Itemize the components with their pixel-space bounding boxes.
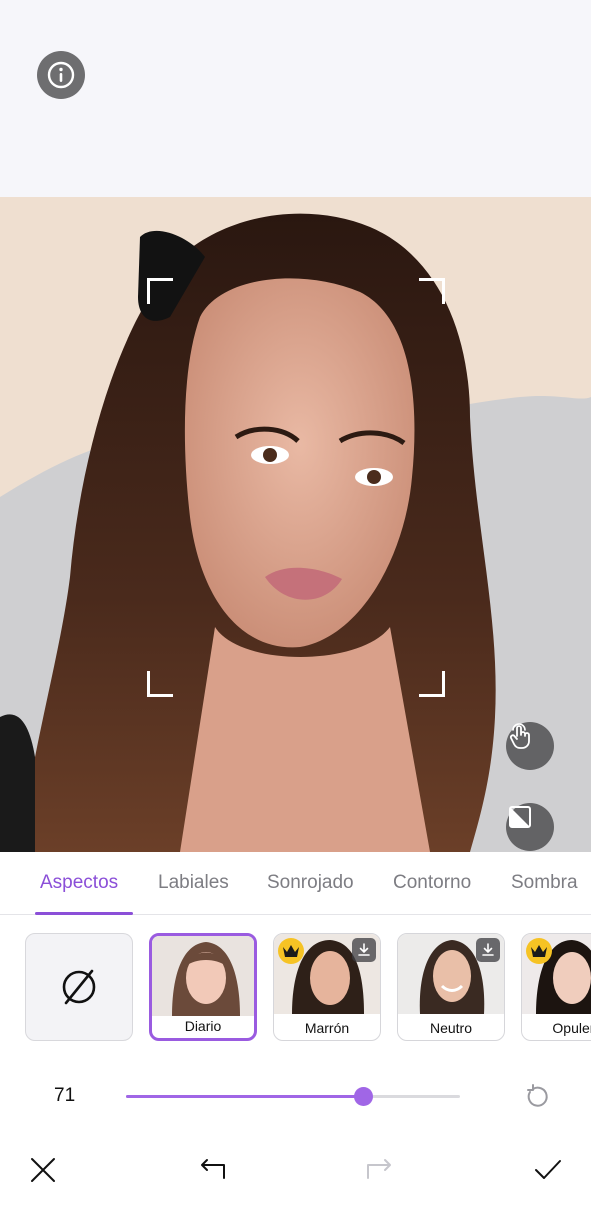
bottom-toolbar [0, 1140, 591, 1200]
undo-icon [201, 1159, 225, 1179]
portrait-image [0, 197, 591, 852]
reset-button[interactable] [522, 1082, 552, 1112]
tab-sombra[interactable]: Sombra [511, 872, 578, 894]
download-icon [352, 938, 376, 962]
no-style-button[interactable] [25, 933, 133, 1041]
touch-icon [510, 723, 530, 749]
premium-crown-icon [526, 938, 552, 964]
tab-labiales[interactable]: Labiales [158, 872, 229, 894]
style-label: Opulen [552, 1020, 591, 1036]
redo-icon [367, 1159, 391, 1179]
close-icon [31, 1158, 55, 1182]
tab-sonrojado[interactable]: Sonrojado [267, 872, 354, 894]
manual-adjust-button[interactable] [506, 722, 554, 770]
info-icon [47, 61, 75, 89]
face-frame-corner [147, 671, 173, 697]
apply-button[interactable] [528, 1150, 568, 1190]
none-icon [62, 969, 96, 1005]
style-presets: Diario Marrón Neutro Opule [0, 933, 591, 1043]
check-icon [535, 1160, 561, 1179]
tab-contorno[interactable]: Contorno [393, 872, 471, 894]
tab-aspectos[interactable]: Aspectos [40, 872, 118, 894]
style-card-marron[interactable]: Marrón [273, 933, 381, 1041]
cancel-button[interactable] [23, 1150, 63, 1190]
compare-button[interactable] [506, 803, 554, 851]
top-bar [0, 0, 591, 197]
info-button[interactable] [37, 51, 85, 99]
premium-crown-icon [278, 938, 304, 964]
style-label: Neutro [429, 1020, 473, 1036]
compare-icon [509, 806, 531, 828]
style-thumbnail [152, 936, 254, 1016]
face-frame-corner [147, 278, 173, 304]
style-card-diario[interactable]: Diario [149, 933, 257, 1041]
face-frame-corner [419, 671, 445, 697]
undo-button[interactable] [192, 1150, 232, 1190]
category-tabs: Aspectos Labiales Sonrojado Contorno Som… [0, 852, 591, 915]
face-frame-corner [419, 278, 445, 304]
style-label: Diario [184, 1018, 222, 1034]
style-card-opulen[interactable]: Opulen [521, 933, 591, 1041]
style-label: Marrón [304, 1020, 350, 1036]
intensity-slider[interactable] [126, 1087, 460, 1106]
style-card-neutro[interactable]: Neutro [397, 933, 505, 1041]
slider-thumb[interactable] [354, 1087, 374, 1106]
slider-fill [126, 1095, 364, 1098]
photo-canvas[interactable] [0, 197, 591, 852]
reset-icon [527, 1084, 548, 1107]
slider-value: 71 [54, 1085, 76, 1106]
intensity-slider-row: 71 [0, 1070, 591, 1122]
redo-button[interactable] [360, 1150, 400, 1190]
active-tab-indicator [35, 912, 133, 915]
download-icon [476, 938, 500, 962]
